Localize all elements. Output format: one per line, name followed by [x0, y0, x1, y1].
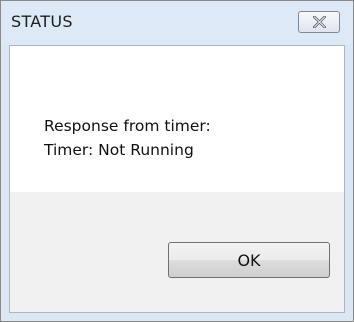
close-button[interactable] [298, 11, 340, 33]
dialog-title: STATUS [11, 12, 73, 31]
message-line: Response from timer: [44, 117, 211, 135]
ok-button[interactable]: OK [168, 242, 330, 278]
title-bar[interactable]: STATUS [1, 1, 353, 45]
status-dialog: STATUS Response from timer: Timer: Not R… [0, 0, 354, 322]
close-icon [313, 16, 326, 28]
message-area: Response from timer: Timer: Not Running [10, 46, 344, 192]
dialog-body: Response from timer: Timer: Not Running … [9, 45, 345, 313]
message-line: Timer: Not Running [44, 141, 194, 159]
